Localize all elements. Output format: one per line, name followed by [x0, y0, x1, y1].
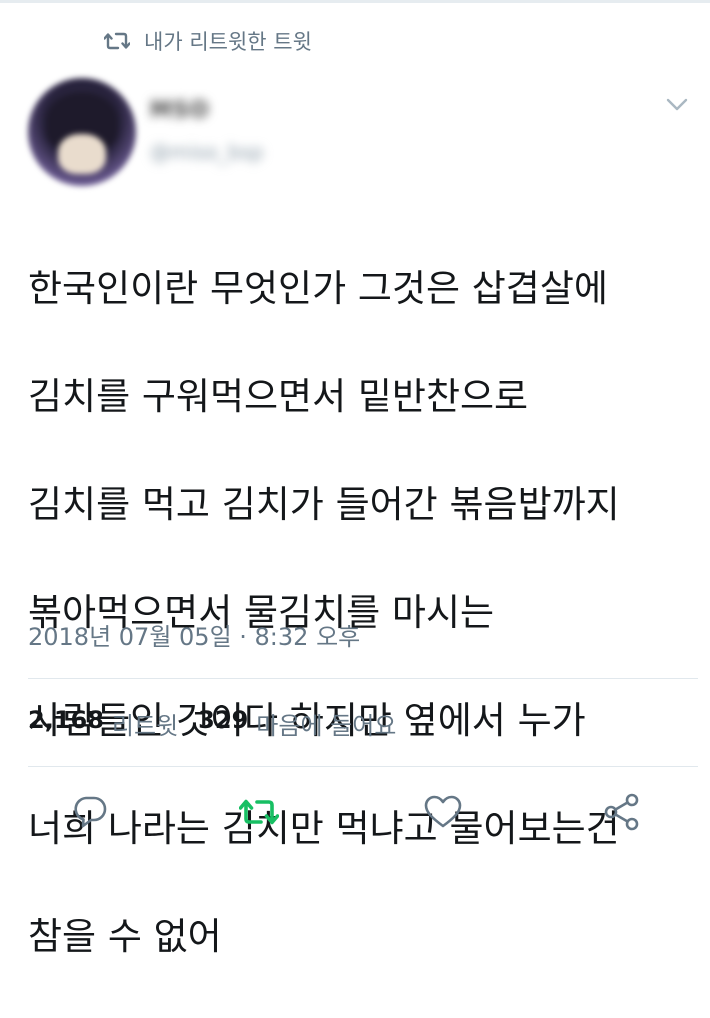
heart-icon	[424, 795, 462, 829]
avatar[interactable]	[28, 78, 136, 186]
retweet-stat[interactable]: 2,168 리트윗	[28, 706, 178, 741]
tweet-line: 참을 수 없어	[28, 915, 222, 958]
tweet-timestamp: 2018년 07월 05일 · 8:32 오후	[28, 623, 361, 651]
retweet-icon	[239, 796, 279, 828]
tweet-text: 한국인이란 무엇인가 그것은 삽겹살에 김치를 구워먹으면서 밑반찬으로 김치를…	[28, 208, 698, 1018]
divider	[28, 678, 698, 679]
author-handle[interactable]: @miso_bsp	[150, 140, 264, 164]
retweet-button[interactable]	[237, 790, 281, 834]
tweet-line: 김치를 구워먹으면서 밑반찬으로	[28, 375, 529, 418]
share-button[interactable]	[600, 790, 644, 834]
share-icon	[603, 793, 641, 831]
tweet-actions	[0, 790, 710, 840]
author-display-name[interactable]: MSO	[150, 98, 209, 123]
like-label: 마음에 들어요	[256, 712, 397, 740]
reply-button[interactable]	[68, 790, 112, 834]
like-button[interactable]	[421, 790, 465, 834]
tweet-line: 한국인이란 무엇인가 그것은 삽겹살에	[28, 267, 608, 310]
divider	[28, 766, 698, 767]
retweet-count: 2,168	[28, 706, 104, 734]
chevron-down-icon[interactable]	[666, 98, 688, 112]
tweet-line: 김치를 먹고 김치가 들어간 볶음밥까지	[28, 483, 620, 526]
tweet-stats: 2,168 리트윗 329 마음에 들어요	[28, 706, 416, 741]
retweet-icon	[104, 31, 130, 51]
top-divider	[0, 0, 710, 3]
like-count: 329	[198, 706, 249, 734]
retweet-label: 리트윗	[111, 712, 179, 740]
retweet-context: 내가 리트윗한 트윗	[104, 26, 312, 56]
like-stat[interactable]: 329 마음에 들어요	[198, 706, 396, 741]
reply-icon	[72, 795, 108, 829]
retweet-context-label: 내가 리트윗한 트윗	[144, 30, 312, 54]
